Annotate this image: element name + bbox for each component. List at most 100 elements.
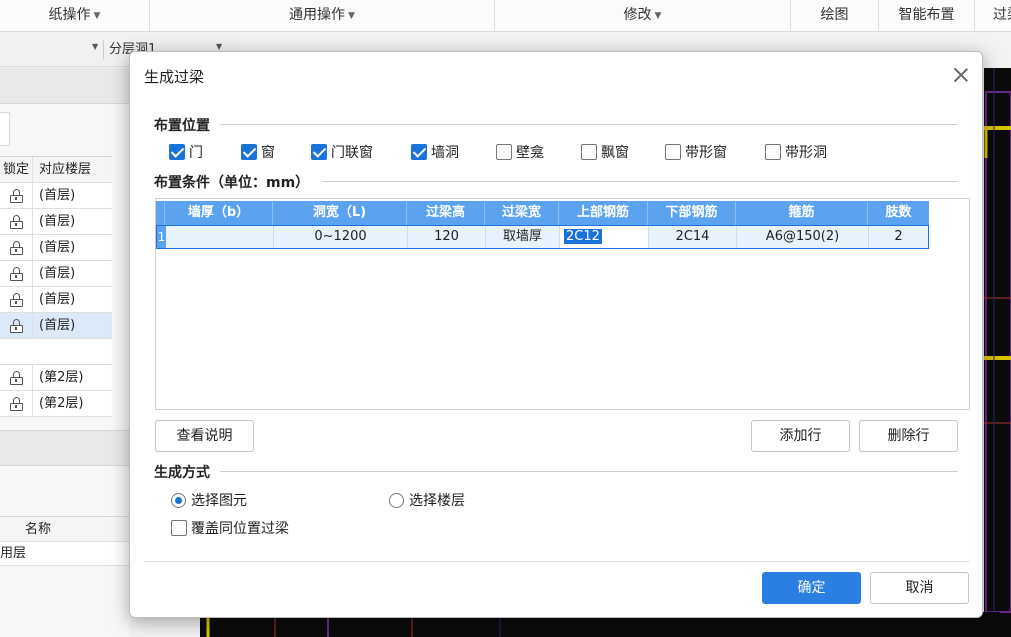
table-row[interactable]: (首层)	[0, 183, 112, 209]
divider	[144, 561, 970, 562]
column-header-stirrup: 箍筋	[736, 201, 868, 225]
section-method-title: 生成方式	[154, 465, 210, 481]
floor-cell: (首层)	[39, 266, 76, 281]
chevron-down-icon[interactable]: ▼	[92, 42, 98, 51]
lock-icon[interactable]	[9, 319, 23, 333]
table-row[interactable]: (第2层)	[0, 391, 112, 417]
table-row[interactable]: (首层)	[0, 313, 112, 339]
search-input[interactable]	[0, 112, 10, 146]
checkbox-icon	[765, 144, 781, 160]
dialog-title: 生成过梁	[144, 68, 205, 86]
panel-header	[0, 430, 130, 466]
grid-cell-stirrup[interactable]: A6@150(2)	[737, 226, 869, 248]
divider	[220, 471, 958, 472]
floor-cell: (第2层)	[39, 396, 84, 411]
table-row[interactable]	[0, 339, 112, 365]
ribbon-group-label: 绘图	[820, 7, 849, 23]
radio-select-element[interactable]: 选择图元	[171, 491, 247, 509]
close-icon[interactable]	[952, 66, 970, 84]
ribbon-group-label: 纸操作	[48, 7, 91, 23]
checkbox-window[interactable]: 窗	[241, 143, 275, 161]
view-help-button[interactable]: 查看说明	[155, 420, 254, 452]
name-column-header: 名称	[0, 516, 130, 542]
table-row[interactable]: (首层)	[0, 261, 112, 287]
column-header-lock: 锁定	[0, 157, 33, 183]
ribbon-bar: 纸操作▼ 通用操作▼ 修改▼ 绘图 智能布置 过梁	[0, 0, 1011, 32]
floor-table: 锁定 对应楼层 (首层) (首层) (首层) (首层) (首层) (首层) (第…	[0, 156, 112, 417]
floor-cell: (首层)	[39, 214, 76, 229]
add-row-button[interactable]: 添加行	[751, 420, 850, 452]
generate-lintel-dialog: 生成过梁 布置位置 门 窗 门联窗 墙洞 壁龛 飘窗 带形窗 带形洞 布置条件（…	[129, 51, 983, 618]
list-item[interactable]: 用层	[0, 542, 130, 566]
row-number: 1	[157, 226, 166, 248]
cancel-button[interactable]: 取消	[870, 572, 969, 604]
grid-cell-legs[interactable]: 2	[869, 226, 928, 248]
ribbon-group-drawing-ops[interactable]: 纸操作 ▼	[0, 0, 150, 32]
grid-cell-opening-width[interactable]: 0~1200	[274, 226, 408, 248]
ribbon-group-lintel[interactable]: 过梁	[975, 0, 1011, 32]
chevron-down-icon: ▼	[654, 11, 662, 21]
grid-cell-lintel-width[interactable]: 取墙厚	[486, 226, 560, 248]
checkbox-door-window[interactable]: 门联窗	[311, 143, 373, 161]
checkbox-niche[interactable]: 壁龛	[496, 143, 544, 161]
checkbox-icon	[169, 144, 185, 160]
column-header-lintel-width: 过梁宽	[485, 201, 559, 225]
lock-icon[interactable]	[9, 397, 23, 411]
ribbon-group-draw[interactable]: 绘图	[791, 0, 879, 32]
table-row[interactable]: (首层)	[0, 235, 112, 261]
grid-cell-lintel-height[interactable]: 120	[408, 226, 486, 248]
grid-cell-bottom-rebar[interactable]: 2C14	[649, 226, 737, 248]
table-row[interactable]: (首层)	[0, 209, 112, 235]
checkbox-override-same-position[interactable]: 覆盖同位置过梁	[171, 519, 289, 537]
ribbon-group-label: 通用操作	[289, 7, 346, 23]
section-position-title: 布置位置	[154, 118, 210, 134]
table-row[interactable]: (第2层)	[0, 365, 112, 391]
grid-cell-top-rebar-editor[interactable]: 2C12	[560, 226, 649, 248]
panel-header	[0, 68, 130, 104]
ribbon-group-label: 智能布置	[898, 7, 955, 23]
checkbox-door[interactable]: 门	[169, 143, 203, 161]
checkbox-wall-opening[interactable]: 墙洞	[411, 143, 459, 161]
lock-icon[interactable]	[9, 189, 23, 203]
column-header-bottom-rebar: 下部钢筋	[648, 201, 736, 225]
checkbox-icon	[665, 144, 681, 160]
chevron-down-icon: ▼	[93, 11, 101, 21]
chevron-down-icon[interactable]: ▼	[216, 42, 222, 51]
lock-icon[interactable]	[9, 215, 23, 229]
condition-grid: 墙厚（b） 洞宽（L) 过梁高 过梁宽 上部钢筋 下部钢筋 箍筋 肢数 1 0~…	[155, 198, 970, 410]
column-header-opening-width: 洞宽（L)	[273, 201, 407, 225]
floor-cell: (第2层)	[39, 370, 84, 385]
checkbox-strip-window[interactable]: 带形窗	[665, 143, 727, 161]
table-header-row: 锁定 对应楼层	[0, 157, 112, 183]
ok-button[interactable]: 确定	[762, 572, 861, 604]
chevron-down-icon: ▼	[348, 11, 355, 21]
section-condition-title: 布置条件（单位：mm）	[154, 175, 310, 191]
lock-icon[interactable]	[9, 293, 23, 307]
checkbox-icon	[311, 144, 327, 160]
checkbox-icon	[411, 144, 427, 160]
lock-icon[interactable]	[9, 267, 23, 281]
lock-icon[interactable]	[9, 371, 23, 385]
column-header-top-rebar: 上部钢筋	[559, 201, 648, 225]
ribbon-group-common-ops[interactable]: 通用操作 ▼	[150, 0, 495, 32]
floor-cell: (首层)	[39, 188, 76, 203]
delete-row-button[interactable]: 删除行	[859, 420, 958, 452]
ribbon-group-smart-layout[interactable]: 智能布置	[879, 0, 975, 32]
divider	[220, 124, 958, 125]
radio-select-floor[interactable]: 选择楼层	[389, 491, 465, 509]
drawing-canvas[interactable]	[984, 68, 1011, 637]
checkbox-strip-opening[interactable]: 带形洞	[765, 143, 827, 161]
column-header-floor: 对应楼层	[39, 162, 92, 177]
floor-cell: (首层)	[39, 318, 76, 333]
table-row[interactable]: (首层)	[0, 287, 112, 313]
floor-cell: (首层)	[39, 292, 76, 307]
selected-text[interactable]: 2C12	[564, 229, 602, 244]
column-header-lintel-height: 过梁高	[407, 201, 485, 225]
table-row[interactable]: 1 0~1200 120 取墙厚 2C12 2C14 A6@150(2) 2	[156, 225, 929, 249]
ribbon-group-label: 修改	[623, 7, 652, 23]
ribbon-group-modify[interactable]: 修改 ▼	[495, 0, 791, 32]
checkbox-bay-window[interactable]: 飘窗	[581, 143, 629, 161]
column-header-wall-thickness: 墙厚（b）	[165, 201, 273, 225]
grid-cell-wall-thickness[interactable]	[166, 226, 274, 248]
lock-icon[interactable]	[9, 241, 23, 255]
